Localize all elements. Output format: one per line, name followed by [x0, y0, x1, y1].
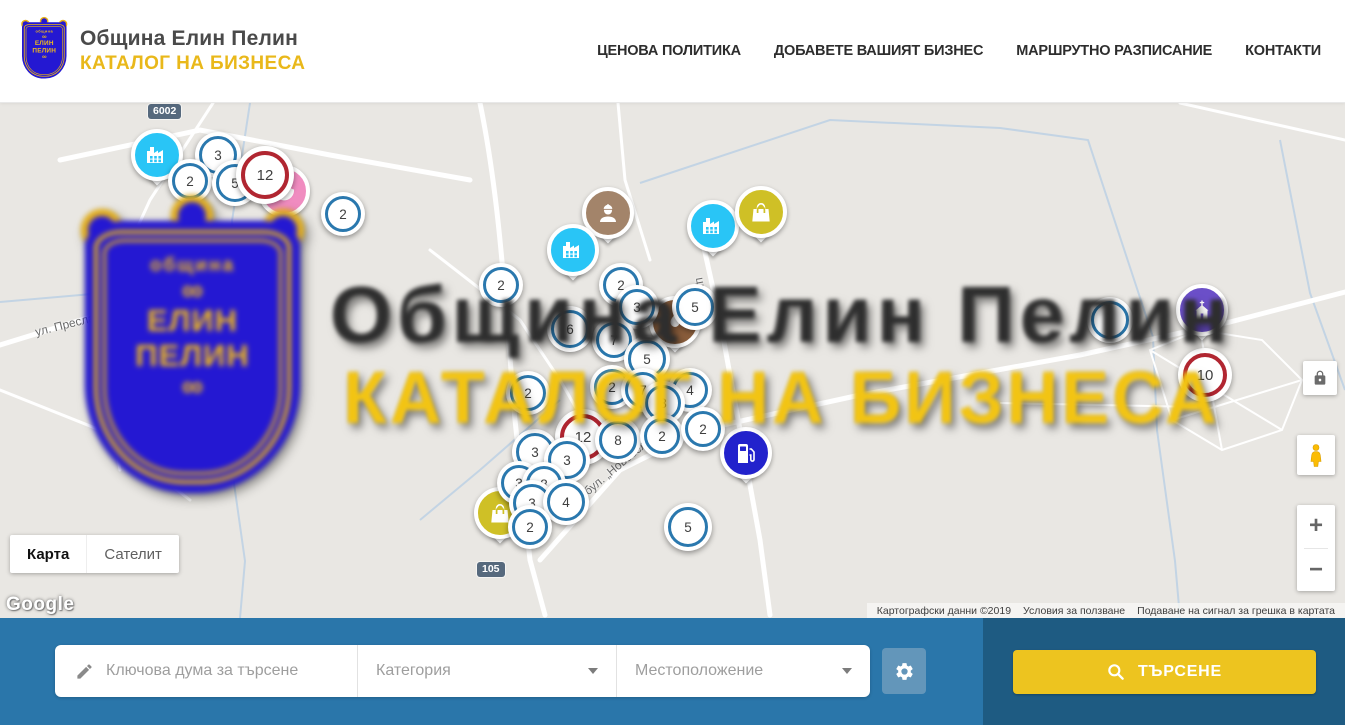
- chevron-down-icon: [842, 668, 852, 674]
- cluster-marker[interactable]: 8: [595, 417, 641, 463]
- main-nav: ЦЕНОВА ПОЛИТИКА ДОБАВЕТЕ ВАШИЯТ БИЗНЕС МАР…: [597, 43, 1321, 59]
- map-attribution: Картографски данни ©2019Условия за ползв…: [867, 603, 1345, 618]
- cluster-count: 2: [497, 278, 505, 293]
- location-select-value: Местоположение: [635, 662, 763, 680]
- map-pin-factory[interactable]: [687, 200, 739, 266]
- cluster-count: 3: [563, 453, 571, 468]
- cluster-count: 10: [1197, 367, 1214, 384]
- site-title: Община Елин Пелин: [80, 27, 305, 51]
- cluster-marker[interactable]: [1087, 297, 1133, 343]
- nav-item[interactable]: КОНТАКТИ: [1245, 43, 1321, 59]
- pegman-icon: [1304, 442, 1328, 468]
- attribution-text: Картографски данни ©2019: [871, 605, 1017, 617]
- search-panel: Категория Местоположение: [55, 645, 870, 697]
- lock-icon: [1312, 370, 1328, 386]
- category-select-value: Категория: [376, 662, 451, 680]
- cluster-count: 5: [684, 520, 692, 535]
- nav-item[interactable]: ДОБАВЕТЕ ВАШИЯТ БИЗНЕС: [774, 43, 983, 59]
- keyword-input[interactable]: [96, 645, 357, 697]
- map-type-control: Карта Сателит: [10, 535, 179, 573]
- cluster-count: 4: [562, 495, 570, 510]
- site-subtitle: КАТАЛОГ НА БИЗНЕСА: [80, 53, 305, 75]
- cluster-count: 2: [699, 422, 707, 437]
- map-canvas[interactable]: 325122223567522748128223338342510 община…: [0, 103, 1345, 618]
- zoom-in-button[interactable]: +: [1297, 505, 1335, 548]
- header: община ∞ ЕЛИН ПЕЛИН ∞ Община Елин Пелин …: [0, 0, 1345, 103]
- zoom-control: + −: [1297, 505, 1335, 591]
- attribution-link[interactable]: Условия за ползване: [1017, 605, 1131, 617]
- cluster-count: 3: [214, 148, 222, 163]
- factory-icon: [687, 200, 739, 252]
- cluster-count: 12: [257, 167, 274, 184]
- factory-icon: [547, 224, 599, 276]
- cluster-count: 2: [524, 386, 532, 401]
- search-bar: Категория Местоположение ТЪРСЕНЕ: [0, 618, 1345, 725]
- cluster-marker[interactable]: 2: [681, 407, 725, 451]
- cluster-marker[interactable]: 2: [168, 159, 212, 203]
- gear-icon: [894, 661, 915, 682]
- page: община ∞ ЕЛИН ПЕЛИН ∞ Община Елин Пелин …: [0, 0, 1345, 725]
- brand: община ∞ ЕЛИН ПЕЛИН ∞ Община Елин Пелин …: [22, 21, 305, 81]
- municipality-logo: община ∞ ЕЛИН ПЕЛИН ∞: [22, 21, 70, 81]
- fuel-icon: [720, 427, 772, 479]
- nav-item[interactable]: ЦЕНОВА ПОЛИТИКА: [597, 43, 741, 59]
- category-select[interactable]: Категория: [358, 645, 616, 697]
- logo-ornament-icon: ∞: [42, 54, 46, 60]
- google-logo[interactable]: Google: [6, 594, 74, 616]
- lock-button[interactable]: [1303, 361, 1337, 395]
- cluster-count: 4: [686, 383, 694, 398]
- cluster-count: 5: [691, 300, 699, 315]
- location-select[interactable]: Местоположение: [617, 645, 870, 697]
- cluster-marker[interactable]: 6: [547, 306, 593, 352]
- settings-button[interactable]: [882, 648, 926, 694]
- cluster-count: 2: [339, 207, 347, 222]
- map-type-map-button[interactable]: Карта: [10, 535, 86, 573]
- cluster-marker[interactable]: 10: [1178, 348, 1232, 402]
- cluster-marker[interactable]: 5: [664, 503, 712, 551]
- search-icon: [1106, 662, 1126, 682]
- map-pin-bag[interactable]: [735, 186, 787, 252]
- chevron-down-icon: [588, 668, 598, 674]
- cluster-count: 6: [566, 322, 574, 337]
- cluster-count: 2: [608, 380, 616, 395]
- zoom-out-button[interactable]: −: [1297, 548, 1335, 591]
- cluster-marker[interactable]: 12: [236, 146, 294, 204]
- cluster-count: 3: [531, 445, 539, 460]
- cluster-count: 8: [659, 396, 667, 411]
- cluster-count: 3: [633, 300, 641, 315]
- pencil-icon: [55, 645, 96, 697]
- cluster-marker[interactable]: 2: [479, 263, 523, 307]
- cluster-count: 5: [643, 352, 651, 367]
- church-icon: [1176, 284, 1228, 336]
- cluster-marker[interactable]: 2: [321, 192, 365, 236]
- nav-item[interactable]: МАРШРУТНО РАЗПИСАНИЕ: [1016, 43, 1212, 59]
- map-pin-fuel[interactable]: [720, 427, 772, 493]
- cluster-marker[interactable]: 2: [640, 414, 684, 458]
- map-type-satellite-button[interactable]: Сателит: [86, 535, 179, 573]
- cluster-count: 2: [526, 520, 534, 535]
- attribution-link[interactable]: Подаване на сигнал за грешка в картата: [1131, 605, 1341, 617]
- cluster-marker[interactable]: 2: [508, 505, 552, 549]
- cluster-count: 8: [614, 433, 622, 448]
- bag-icon: [735, 186, 787, 238]
- cluster-count: 2: [186, 174, 194, 189]
- search-button[interactable]: ТЪРСЕНЕ: [1013, 650, 1316, 694]
- map-pin-church[interactable]: [1176, 284, 1228, 350]
- cluster-marker[interactable]: 2: [506, 371, 550, 415]
- cluster-marker[interactable]: 5: [672, 284, 718, 330]
- logo-shield: община ∞ ЕЛИН ПЕЛИН ∞: [22, 21, 67, 79]
- pegman-button[interactable]: [1297, 435, 1335, 475]
- marker-layer: 325122223567522748128223338342510: [0, 103, 1345, 618]
- map-pin-factory[interactable]: [547, 224, 599, 290]
- cluster-count: 2: [658, 429, 666, 444]
- logo-name-text: ЕЛИН ПЕЛИН: [31, 39, 58, 53]
- cluster-count: 7: [610, 333, 618, 348]
- search-button-label: ТЪРСЕНЕ: [1138, 663, 1222, 681]
